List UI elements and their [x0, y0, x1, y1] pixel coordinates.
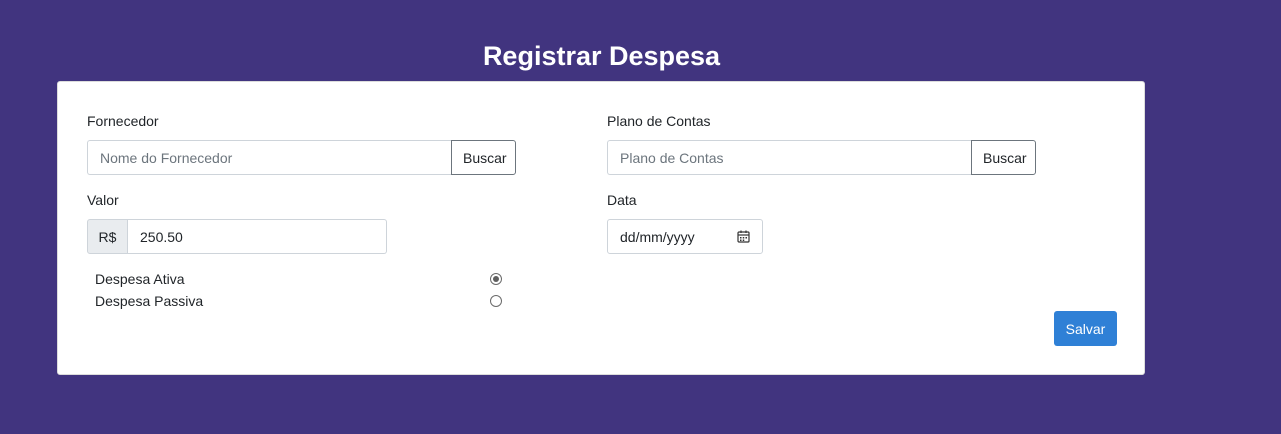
salvar-button[interactable]: Salvar — [1054, 311, 1117, 346]
valor-input[interactable] — [128, 219, 387, 254]
fornecedor-label: Fornecedor — [87, 113, 159, 129]
date-placeholder: dd/mm/yyyy — [620, 228, 695, 245]
despesa-passiva-label: Despesa Passiva — [95, 293, 204, 309]
plano-contas-input-group: Buscar — [607, 140, 1036, 175]
data-label: Data — [607, 192, 637, 208]
currency-prefix: R$ — [87, 219, 128, 254]
calendar-icon[interactable] — [737, 230, 750, 243]
plano-contas-label: Plano de Contas — [607, 113, 711, 129]
plano-contas-input[interactable] — [607, 140, 971, 175]
valor-label: Valor — [87, 192, 119, 208]
despesa-ativa-radio[interactable] — [490, 273, 502, 285]
page-title: Registrar Despesa — [482, 41, 721, 71]
despesa-passiva-radio[interactable] — [490, 295, 502, 307]
date-input[interactable]: dd/mm/yyyy — [607, 219, 763, 254]
valor-input-group: R$ — [87, 219, 387, 254]
fornecedor-search-button[interactable]: Buscar — [451, 140, 516, 175]
fornecedor-input[interactable] — [87, 140, 451, 175]
fornecedor-input-group: Buscar — [87, 140, 516, 175]
despesa-ativa-label: Despesa Ativa — [95, 271, 185, 287]
expense-form-card: Fornecedor Buscar Plano de Contas Buscar… — [57, 81, 1145, 375]
plano-contas-search-button[interactable]: Buscar — [971, 140, 1036, 175]
